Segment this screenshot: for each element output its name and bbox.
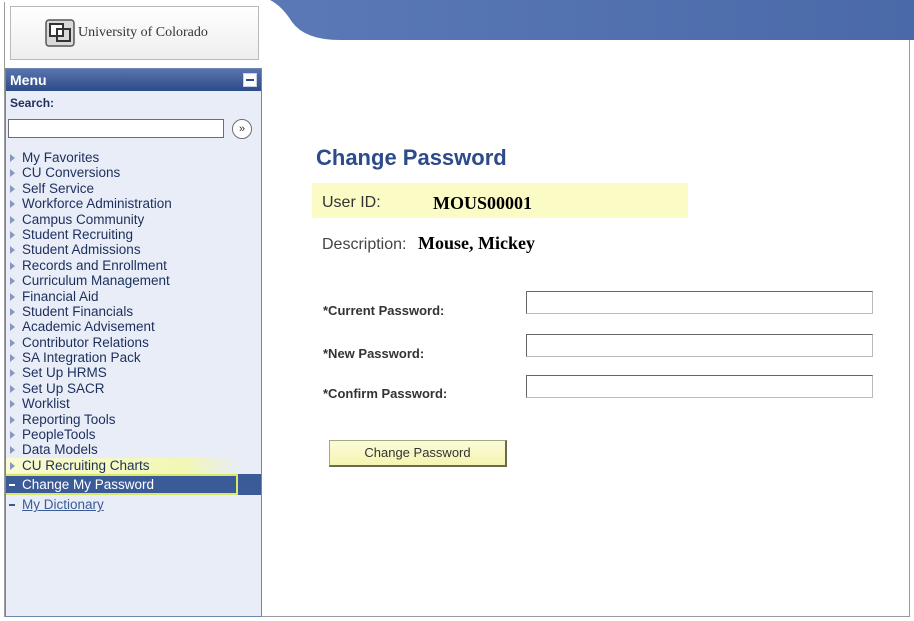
expand-arrow-icon <box>10 246 15 255</box>
expand-arrow-icon <box>10 338 15 347</box>
sidebar-item-label: CU Recruiting Charts <box>22 457 150 473</box>
search-input[interactable] <box>8 119 224 138</box>
confirm-password-label: *Confirm Password: <box>323 386 448 401</box>
expand-arrow-icon <box>10 369 15 378</box>
header-banner <box>270 0 914 40</box>
user-id-value: MOUS00001 <box>433 193 532 213</box>
expand-arrow-icon <box>10 154 15 162</box>
sidebar-item-self-service[interactable]: Self Service <box>6 181 261 196</box>
sidebar-item-campus-community[interactable]: Campus Community <box>6 212 261 227</box>
expand-arrow-icon <box>10 384 15 393</box>
sidebar-item-workforce-administration[interactable]: Workforce Administration <box>6 196 261 211</box>
sidebar-item-label: Records and Enrollment <box>22 257 167 273</box>
sidebar-item-label: PeopleTools <box>22 427 96 443</box>
sidebar-item-student-recruiting[interactable]: Student Recruiting <box>6 227 261 242</box>
sidebar-item-label: Financial Aid <box>22 288 99 304</box>
logo-text: University of Colorado <box>78 25 208 40</box>
sidebar-item-label: Contributor Relations <box>22 334 149 350</box>
sidebar-menu: Menu Search: » My Favorites CU Conversio… <box>5 68 262 617</box>
sidebar-item-reporting-tools[interactable]: Reporting Tools <box>6 412 261 427</box>
sidebar-item-label: My Dictionary <box>22 497 104 513</box>
new-password-field[interactable] <box>526 334 873 357</box>
sidebar-item-label: Self Service <box>22 180 95 196</box>
sidebar-item-peopletools[interactable]: PeopleTools <box>6 427 261 442</box>
sidebar-item-data-models[interactable]: Data Models <box>6 442 261 457</box>
sidebar-item-label: Campus Community <box>22 211 145 227</box>
expand-arrow-icon <box>10 292 15 301</box>
expand-arrow-icon <box>10 446 15 455</box>
user-id-label: User ID: <box>322 194 381 211</box>
change-password-button[interactable]: Change Password <box>329 440 507 467</box>
sidebar-item-label: SA Integration Pack <box>22 350 141 366</box>
sidebar-item-label: My Favorites <box>22 150 100 165</box>
sidebar-item-label: CU Conversions <box>22 165 121 181</box>
expand-arrow-icon <box>10 261 15 270</box>
sidebar-item-records-and-enrollment[interactable]: Records and Enrollment <box>6 258 261 273</box>
new-password-label: *New Password: <box>323 346 425 361</box>
collapse-menu-icon[interactable] <box>243 73 257 87</box>
sidebar-item-label: Workforce Administration <box>22 196 172 212</box>
university-logo[interactable]: University of Colorado <box>10 6 259 60</box>
menu-title: Menu <box>10 72 47 88</box>
search-go-icon[interactable]: » <box>232 119 252 139</box>
expand-arrow-icon <box>10 415 15 424</box>
expand-arrow-icon <box>10 200 15 209</box>
expand-arrow-icon <box>10 277 15 286</box>
sidebar-item-financial-aid[interactable]: Financial Aid <box>6 289 261 304</box>
sidebar-item-label: Curriculum Management <box>22 273 170 289</box>
collapse-dash-icon <box>9 484 15 487</box>
sidebar-item-curriculum-management[interactable]: Curriculum Management <box>6 273 261 288</box>
expand-arrow-icon <box>10 307 15 316</box>
sidebar-item-change-my-password[interactable]: Change My Password <box>6 474 261 496</box>
sidebar-item-label: Set Up SACR <box>22 380 105 396</box>
sidebar-item-academic-advisement[interactable]: Academic Advisement <box>6 319 261 334</box>
sidebar-item-label: Data Models <box>22 442 98 458</box>
sidebar-item-label: Change My Password <box>22 477 155 493</box>
sidebar-item-my-favorites[interactable]: My Favorites <box>6 150 261 165</box>
current-password-field[interactable] <box>526 291 873 314</box>
sidebar-item-label: Student Recruiting <box>22 226 134 242</box>
sidebar-item-label: Academic Advisement <box>22 319 155 335</box>
cu-logo-icon <box>45 19 75 47</box>
current-password-label: *Current Password: <box>323 303 445 318</box>
sidebar-item-cu-recruiting-charts[interactable]: CU Recruiting Charts <box>6 457 261 474</box>
menu-header: Menu <box>6 69 261 91</box>
sidebar-item-label: Set Up HRMS <box>22 365 107 381</box>
expand-arrow-icon <box>10 400 15 409</box>
expand-arrow-icon <box>10 169 15 178</box>
sidebar-item-label: Reporting Tools <box>22 411 116 427</box>
sidebar-item-set-up-sacr[interactable]: Set Up SACR <box>6 381 261 396</box>
description-label: Description: <box>322 236 407 253</box>
search-label: Search: <box>10 96 55 110</box>
sidebar-item-student-financials[interactable]: Student Financials <box>6 304 261 319</box>
sidebar-item-label: Worklist <box>22 396 70 412</box>
sidebar-item-sa-integration-pack[interactable]: SA Integration Pack <box>6 350 261 365</box>
sidebar-item-contributor-relations[interactable]: Contributor Relations <box>6 335 261 350</box>
expand-arrow-icon <box>10 461 15 470</box>
sidebar-item-set-up-hrms[interactable]: Set Up HRMS <box>6 365 261 380</box>
expand-arrow-icon <box>10 230 15 239</box>
expand-arrow-icon <box>10 323 15 332</box>
sidebar-item-label: Student Admissions <box>22 242 141 258</box>
sidebar-item-student-admissions[interactable]: Student Admissions <box>6 242 261 257</box>
description-value: Mouse, Mickey <box>418 233 535 253</box>
expand-arrow-icon <box>10 184 15 193</box>
collapse-dash-icon <box>9 504 15 507</box>
expand-arrow-icon <box>10 431 15 440</box>
page-title: Change Password <box>316 145 507 170</box>
sidebar-item-worklist[interactable]: Worklist <box>6 396 261 411</box>
sidebar-item-my-dictionary[interactable]: My Dictionary <box>6 497 261 512</box>
sidebar-item-label: Student Financials <box>22 303 134 319</box>
menu-list: My Favorites CU Conversions Self Service… <box>6 150 261 513</box>
expand-arrow-icon <box>10 215 15 224</box>
confirm-password-field[interactable] <box>526 375 873 398</box>
expand-arrow-icon <box>10 354 15 363</box>
sidebar-item-cu-conversions[interactable]: CU Conversions <box>6 165 261 180</box>
